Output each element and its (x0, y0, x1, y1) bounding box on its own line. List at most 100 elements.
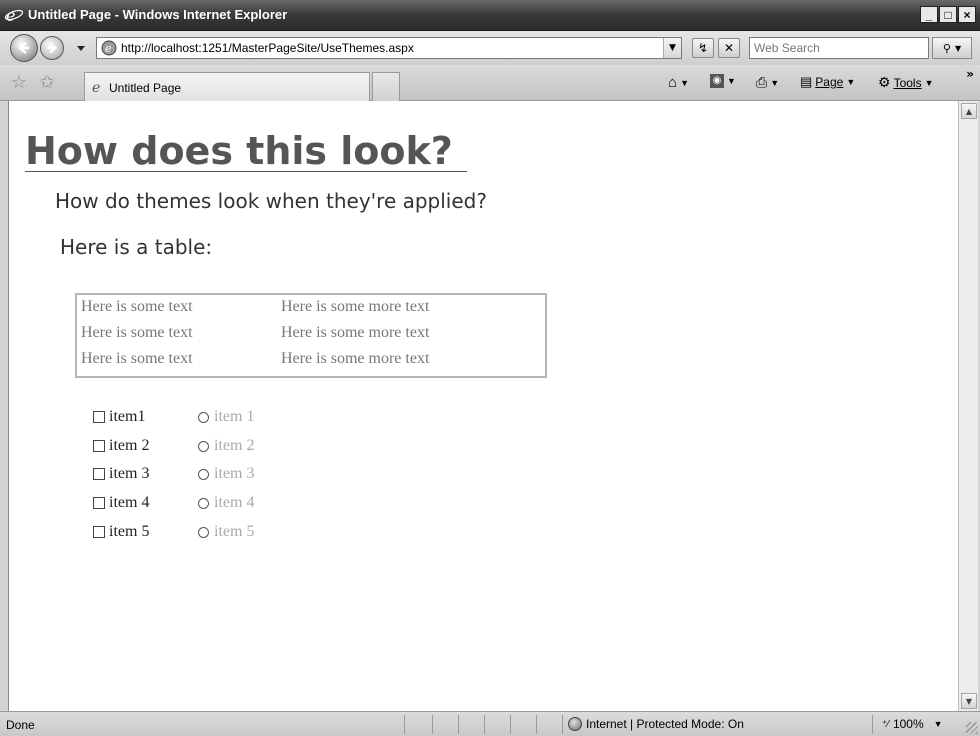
back-arrow-icon (18, 42, 29, 54)
radio-item-2[interactable]: item 2 (198, 436, 254, 456)
print-icon: ⎙ (756, 74, 768, 90)
radio-button[interactable] (198, 468, 209, 480)
feeds-button[interactable]: ◉ ▼ (710, 74, 736, 88)
tab-untitled-page[interactable]: e Untitled Page (84, 72, 370, 101)
data-table: Here is some text Here is some more text… (75, 293, 547, 378)
radio-button[interactable] (198, 497, 209, 509)
table-cell: Here is some more text (281, 350, 430, 367)
tools-menu[interactable]: ⚙ Tools ▼ (878, 74, 934, 91)
table-cell: Here is some text (81, 350, 193, 367)
status-text: Done (6, 718, 35, 732)
rss-feed-icon: ◉ (710, 74, 724, 88)
radio-item-1[interactable]: item 1 (198, 407, 254, 427)
checkbox-item-5[interactable]: item 5 (93, 522, 149, 542)
search-input[interactable]: Web Search (749, 37, 929, 59)
refresh-button[interactable]: ↯ (692, 38, 714, 58)
tab-page-icon: e (92, 80, 100, 95)
page-menu[interactable]: ▤ Page ▼ (800, 74, 855, 90)
radio-item-4[interactable]: item 4 (198, 493, 254, 513)
security-zone[interactable]: Internet | Protected Mode: On (568, 717, 744, 731)
radio-item-3[interactable]: item 3 (198, 464, 254, 484)
radio-item-5[interactable]: item 5 (198, 522, 254, 542)
table-row: Here is some text Here is some more text (81, 298, 541, 324)
maximize-button[interactable]: □ (939, 6, 957, 23)
ie-logo-icon: e (4, 6, 24, 24)
page-subheading: How do themes look when they're applied? (55, 189, 487, 213)
checkbox[interactable] (93, 440, 105, 452)
feeds-dropdown-icon[interactable]: ▼ (727, 76, 736, 86)
home-button[interactable]: ⌂ ▼ (668, 74, 689, 91)
add-favorites-icon[interactable]: ✩ (36, 73, 58, 93)
search-dropdown-icon[interactable]: ▼ (955, 44, 961, 53)
status-divider (432, 715, 433, 734)
checkbox[interactable] (93, 497, 105, 509)
table-row: Here is some text Here is some more text (81, 350, 541, 376)
back-button[interactable] (10, 34, 38, 62)
stop-button[interactable]: ✕ (718, 38, 740, 58)
checkbox-label: item1 (109, 408, 146, 425)
address-dropdown-button[interactable]: ▼ (663, 38, 681, 58)
page-content: How does this look? How do themes look w… (8, 101, 958, 711)
recent-pages-dropdown-icon[interactable] (76, 43, 86, 53)
print-dropdown-icon[interactable]: ▼ (770, 78, 779, 88)
radio-label: item 1 (214, 408, 255, 425)
table-cell: Here is some more text (281, 298, 430, 315)
zoom-level: 100% (892, 717, 924, 731)
close-button[interactable]: × (958, 6, 976, 23)
status-divider (562, 715, 563, 734)
favorites-star-icon[interactable]: ☆ (8, 73, 30, 93)
checkbox-item-2[interactable]: item 2 (93, 436, 149, 456)
radio-button[interactable] (198, 526, 209, 538)
radio-button[interactable] (198, 440, 209, 452)
forward-button[interactable] (40, 36, 64, 60)
page-dropdown-icon: ▼ (846, 77, 856, 87)
search-placeholder: Web Search (754, 41, 820, 55)
vertical-scrollbar[interactable]: ▲ ▼ (958, 101, 978, 711)
checkbox-item-1[interactable]: item1 (93, 407, 145, 427)
radio-label: item 2 (214, 437, 255, 454)
scroll-up-button[interactable]: ▲ (961, 103, 977, 119)
checkbox-label: item 3 (109, 465, 150, 482)
home-icon: ⌂ (668, 74, 678, 91)
print-button[interactable]: ⎙ ▼ (756, 74, 779, 91)
resize-grip-icon[interactable] (966, 722, 978, 734)
table-cell: Here is some text (81, 298, 193, 315)
checkbox-label: item 2 (109, 437, 150, 454)
checkbox-item-4[interactable]: item 4 (93, 493, 149, 513)
svg-text:e: e (105, 42, 112, 55)
tools-dropdown-icon: ▼ (924, 77, 934, 88)
more-commands-chevron-icon[interactable]: » (966, 67, 974, 81)
tab-toolbar: ☆ ✩ e Untitled Page ⌂ ▼ ◉ ▼ ⎙ ▼ ▤ Page ▼… (0, 65, 980, 101)
new-tab-button[interactable] (372, 72, 400, 101)
tab-label: Untitled Page (109, 81, 182, 95)
zoom-control[interactable]: ⁺⁄ 100% ▼ (882, 717, 943, 731)
window-title-bar[interactable]: e Untitled Page - Windows Internet Explo… (0, 0, 980, 31)
minimize-button[interactable]: _ (920, 6, 938, 23)
stop-icon: ✕ (723, 41, 735, 55)
address-url[interactable]: http://localhost:1251/MasterPageSite/Use… (121, 41, 414, 55)
security-zone-label: Internet | Protected Mode: On (586, 717, 744, 731)
status-bar: Done Internet | Protected Mode: On ⁺⁄ 10… (0, 711, 980, 736)
checkbox-label: item 4 (109, 494, 150, 511)
home-dropdown-icon[interactable]: ▼ (680, 78, 689, 88)
search-button[interactable]: ⚲ ▼ (932, 37, 972, 59)
checkbox-item-3[interactable]: item 3 (93, 464, 149, 484)
checkbox[interactable] (93, 468, 105, 480)
address-bar[interactable]: e http://localhost:1251/MasterPageSite/U… (96, 37, 682, 59)
address-toolbar: e http://localhost:1251/MasterPageSite/U… (0, 31, 980, 65)
globe-icon (568, 717, 582, 731)
checkbox[interactable] (93, 411, 105, 423)
scroll-down-button[interactable]: ▼ (961, 693, 977, 709)
radio-button[interactable] (198, 411, 209, 423)
forward-arrow-icon (47, 42, 58, 54)
status-divider (536, 715, 537, 734)
radio-label: item 4 (214, 494, 255, 511)
zoom-icon: ⁺⁄ (882, 718, 889, 730)
status-divider (510, 715, 511, 734)
checkbox-label: item 5 (109, 523, 150, 540)
status-divider (872, 715, 873, 734)
checkbox[interactable] (93, 526, 105, 538)
radio-label: item 5 (214, 523, 255, 540)
page-icon: ▤ (800, 74, 813, 89)
zoom-dropdown-icon[interactable]: ▼ (934, 719, 943, 729)
